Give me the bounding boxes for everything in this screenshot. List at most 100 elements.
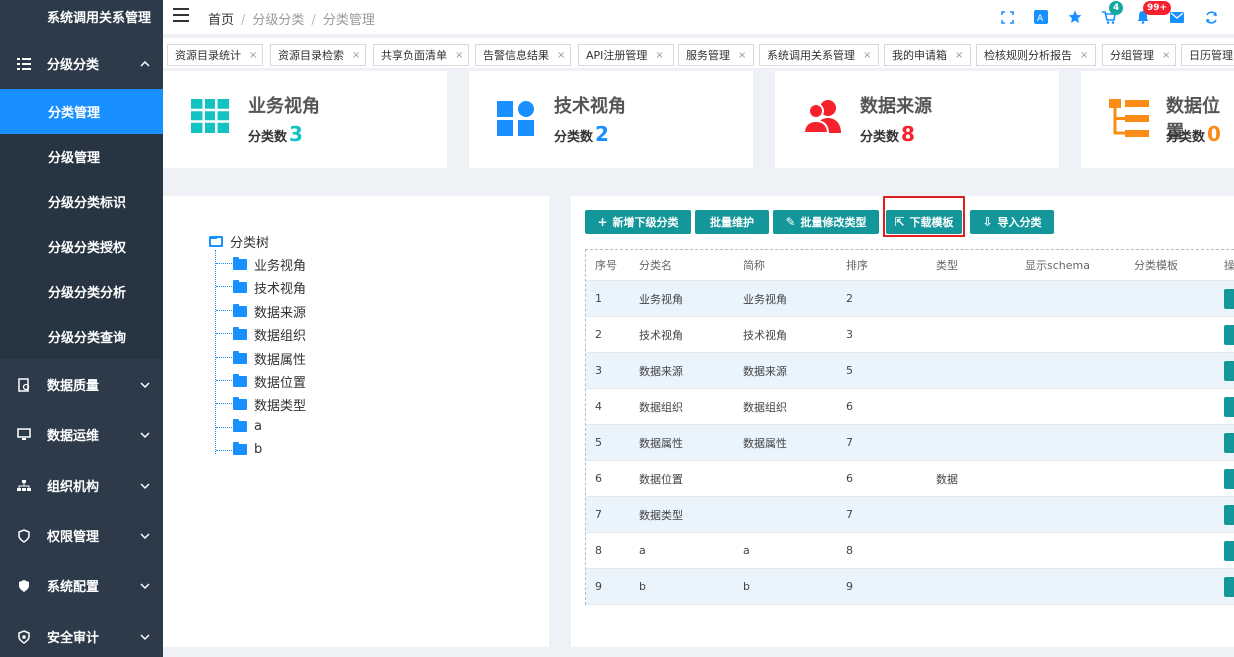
tab-negative-list[interactable]: 共享负面清单 × bbox=[373, 44, 469, 66]
tree-node[interactable]: 业务视角 bbox=[233, 255, 306, 274]
cell-index: 6 bbox=[595, 472, 602, 485]
import-classification-button[interactable]: ⇩ 导入分类 bbox=[970, 210, 1054, 234]
close-icon[interactable]: × bbox=[455, 50, 463, 61]
tree-node[interactable]: 数据属性 bbox=[233, 349, 306, 368]
close-icon[interactable]: × bbox=[738, 50, 746, 61]
table-row[interactable]: 6 数据位置 6 数据 bbox=[586, 461, 1234, 497]
sidebar-item-grade-query[interactable]: 分级分类查询 bbox=[0, 314, 163, 359]
batch-modify-type-button[interactable]: ✎ 批量修改类型 bbox=[773, 210, 879, 234]
cell-short-name: b bbox=[743, 580, 750, 593]
row-action-button[interactable] bbox=[1224, 577, 1234, 597]
add-sub-classification-button[interactable]: + 新增下级分类 bbox=[585, 210, 691, 234]
tree-root[interactable]: 分类树 bbox=[209, 232, 269, 251]
star-icon[interactable] bbox=[1058, 7, 1092, 27]
fullscreen-icon[interactable] bbox=[990, 7, 1024, 27]
translate-icon[interactable]: A bbox=[1024, 7, 1058, 27]
folder-icon bbox=[233, 351, 247, 364]
tree-node[interactable]: 数据组织 bbox=[233, 325, 306, 344]
close-icon[interactable]: × bbox=[352, 50, 360, 61]
tree-connector bbox=[216, 403, 232, 404]
tab-group-manage[interactable]: 分组管理 × bbox=[1102, 44, 1176, 66]
tree-node[interactable]: 数据来源 bbox=[233, 302, 306, 321]
tree-connector bbox=[216, 380, 232, 381]
close-icon[interactable]: × bbox=[249, 50, 257, 61]
table-row[interactable]: 1 业务视角 业务视角 2 bbox=[586, 281, 1234, 317]
refresh-icon[interactable] bbox=[1194, 7, 1228, 27]
tree-node-label: 技术视角 bbox=[254, 282, 307, 297]
tree-node[interactable]: 技术视角 bbox=[233, 278, 306, 297]
sidebar-group-permission[interactable]: 权限管理 bbox=[0, 513, 163, 558]
row-action-button[interactable] bbox=[1224, 325, 1234, 345]
menu-toggle-icon[interactable] bbox=[173, 8, 189, 22]
table-row[interactable]: 5 数据属性 数据属性 7 bbox=[586, 425, 1234, 461]
table-row[interactable]: 4 数据组织 数据组织 6 bbox=[586, 389, 1234, 425]
tab-check-report[interactable]: 检核规则分析报告 × bbox=[976, 44, 1096, 66]
tab-system-call[interactable]: 系统调用关系管理 × bbox=[759, 44, 879, 66]
breadcrumb-item[interactable]: 分级分类 bbox=[252, 13, 304, 28]
sidebar-item-grade-analysis[interactable]: 分级分类分析 bbox=[0, 269, 163, 314]
list-icon bbox=[16, 56, 32, 72]
tab-label: 系统调用关系管理 bbox=[767, 49, 855, 62]
row-action-button[interactable] bbox=[1224, 361, 1234, 381]
table-row[interactable]: 9 b b 9 bbox=[586, 569, 1234, 605]
sidebar-item-grade-manage[interactable]: 分级管理 bbox=[0, 134, 163, 179]
shield-icon bbox=[16, 528, 32, 544]
row-action-button[interactable] bbox=[1224, 397, 1234, 417]
mail-icon[interactable] bbox=[1160, 7, 1194, 27]
tab-service-manage[interactable]: 服务管理 × bbox=[678, 44, 754, 66]
breadcrumb: 首页 / 分级分类 / 分类管理 bbox=[208, 13, 375, 28]
table-row[interactable]: 8 a a 8 bbox=[586, 533, 1234, 569]
table-row[interactable]: 7 数据类型 7 bbox=[586, 497, 1234, 533]
cell-order: 5 bbox=[846, 364, 853, 377]
tab-calendar-manage[interactable]: 日历管理 bbox=[1181, 44, 1234, 66]
close-icon[interactable]: × bbox=[863, 50, 871, 61]
sidebar-item-grade-auth[interactable]: 分级分类授权 bbox=[0, 224, 163, 269]
tree-connector bbox=[215, 250, 216, 454]
row-action-button[interactable] bbox=[1224, 289, 1234, 309]
cell-name: b bbox=[639, 580, 646, 593]
card-count-line: 分类数 0 bbox=[1166, 122, 1221, 146]
tree-node[interactable]: b bbox=[233, 442, 262, 457]
bell-icon[interactable]: 99+ bbox=[1126, 1, 1172, 27]
folder-icon bbox=[233, 442, 247, 455]
close-icon[interactable]: × bbox=[1080, 50, 1088, 61]
sidebar-item-grade-mark[interactable]: 分级分类标识 bbox=[0, 179, 163, 224]
tree-node[interactable]: 数据类型 bbox=[233, 395, 306, 414]
tab-label: 检核规则分析报告 bbox=[984, 49, 1072, 62]
row-action-button[interactable] bbox=[1224, 541, 1234, 561]
cell-order: 7 bbox=[846, 436, 853, 449]
close-icon[interactable]: × bbox=[1162, 50, 1170, 61]
tree-node-label: 数据位置 bbox=[254, 376, 307, 391]
tree-connector bbox=[216, 333, 232, 334]
tree-node[interactable]: 数据位置 bbox=[233, 372, 306, 391]
breadcrumb-home[interactable]: 首页 bbox=[208, 13, 234, 28]
tree-node[interactable]: a bbox=[233, 419, 262, 434]
sidebar-group-security-audit[interactable]: 安全审计 bbox=[0, 614, 163, 657]
tab-alarm-results[interactable]: 告警信息结果 × bbox=[475, 44, 571, 66]
sidebar-group-data-quality[interactable]: 数据质量 bbox=[0, 362, 163, 407]
sidebar-item-system-call[interactable]: 系统调用关系管理 bbox=[0, 0, 163, 39]
table-row[interactable]: 3 数据来源 数据来源 5 bbox=[586, 353, 1234, 389]
row-action-button[interactable] bbox=[1224, 433, 1234, 453]
tab-my-applications[interactable]: 我的申请箱 × bbox=[884, 44, 971, 66]
tab-resource-search[interactable]: 资源目录检索 × bbox=[270, 44, 366, 66]
cell-order: 6 bbox=[846, 472, 853, 485]
batch-maintain-button[interactable]: 批量维护 bbox=[695, 210, 769, 234]
tab-resource-stats[interactable]: 资源目录统计 × bbox=[167, 44, 263, 66]
close-icon[interactable]: × bbox=[557, 50, 565, 61]
cart-icon[interactable]: 4 bbox=[1092, 1, 1126, 27]
sidebar-group-classify[interactable]: 分级分类 bbox=[0, 41, 163, 86]
close-icon[interactable]: × bbox=[955, 50, 963, 61]
sidebar-group-label: 系统配置 bbox=[47, 580, 100, 595]
sidebar-group-data-ops[interactable]: 数据运维 bbox=[0, 412, 163, 457]
row-action-button[interactable] bbox=[1224, 469, 1234, 489]
monitor-icon bbox=[16, 427, 32, 443]
close-icon[interactable]: × bbox=[655, 50, 663, 61]
tab-api-register[interactable]: API注册管理 × bbox=[578, 44, 674, 66]
sidebar-group-system-config[interactable]: 系统配置 bbox=[0, 563, 163, 608]
sidebar-group-org[interactable]: 组织机构 bbox=[0, 463, 163, 508]
row-action-button[interactable] bbox=[1224, 505, 1234, 525]
table-row[interactable]: 2 技术视角 技术视角 3 bbox=[586, 317, 1234, 353]
sidebar-item-classify-manage[interactable]: 分类管理 bbox=[0, 89, 163, 134]
card-count-label: 分类数 bbox=[554, 130, 594, 145]
